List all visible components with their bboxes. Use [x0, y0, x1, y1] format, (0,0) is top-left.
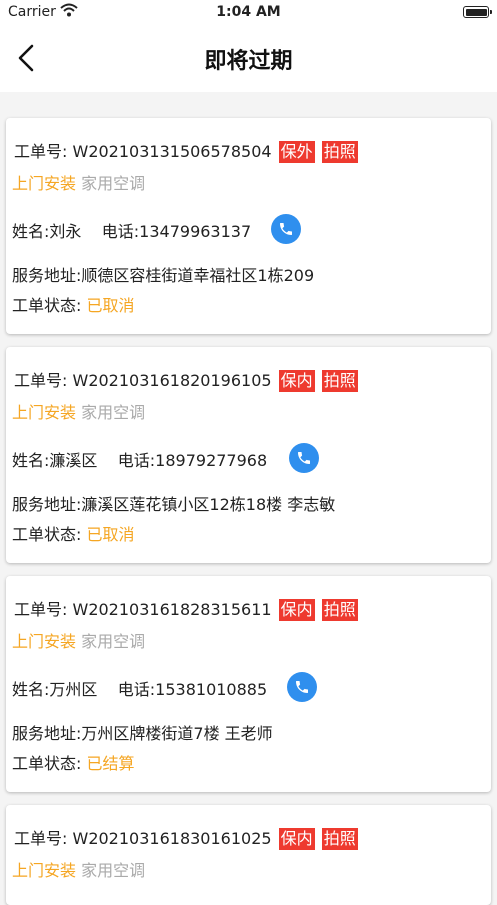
service-type-row: 上门安装 家用空调	[12, 628, 145, 652]
order-status: 已结算	[86, 754, 135, 773]
address-label: 服务地址:	[12, 495, 82, 514]
order-number-label: 工单号:	[14, 600, 68, 619]
phone-label: 电话:	[117, 451, 156, 470]
call-button[interactable]	[271, 214, 301, 244]
status-label: 工单状态:	[12, 296, 82, 315]
call-button[interactable]	[289, 443, 319, 473]
product-type: 家用空调	[81, 403, 146, 422]
status-label: 工单状态:	[12, 525, 82, 544]
photo-tag: 拍照	[321, 828, 358, 850]
contact-row: 姓名:万州区 电话:15381010885	[12, 676, 267, 700]
name-label: 姓名:	[12, 222, 50, 241]
service-type: 上门安装	[12, 861, 77, 880]
warranty-tag: 保内	[278, 370, 315, 392]
order-number: W202103161828315611	[72, 600, 272, 619]
photo-tag: 拍照	[321, 599, 358, 621]
customer-phone: 15381010885	[155, 680, 268, 699]
call-button[interactable]	[287, 672, 317, 702]
warranty-tag: 保内	[278, 828, 315, 850]
order-number: W202103161830161025	[72, 829, 272, 848]
customer-name: 刘永	[49, 222, 82, 241]
service-type-row: 上门安装 家用空调	[12, 170, 145, 194]
customer-name: 濂溪区	[49, 451, 98, 470]
status-bar: Carrier 1:04 AM	[0, 0, 497, 26]
product-type: 家用空调	[81, 632, 146, 651]
order-number-row: 工单号: W202103161830161025 保内 拍照	[14, 825, 358, 850]
clock: 1:04 AM	[216, 4, 281, 20]
address-row: 服务地址:顺德区容桂街道幸福社区1栋209	[12, 262, 314, 286]
phone-icon	[280, 223, 292, 235]
service-address: 万州区牌楼街道7楼 王老师	[81, 724, 273, 743]
phone-icon	[296, 681, 308, 693]
order-card[interactable]: 工单号: W202103161820196105 保内 拍照 上门安装 家用空调…	[6, 347, 491, 563]
warranty-tag: 保内	[278, 599, 315, 621]
nav-bar: 即将过期	[0, 26, 497, 92]
order-number-row: 工单号: W202103161820196105 保内 拍照	[14, 367, 358, 392]
order-card[interactable]: 工单号: W202103161828315611 保内 拍照 上门安装 家用空调…	[6, 576, 491, 792]
status-label: 工单状态:	[12, 754, 82, 773]
service-type: 上门安装	[12, 632, 77, 651]
service-type: 上门安装	[12, 403, 77, 422]
order-number-label: 工单号:	[14, 142, 68, 161]
customer-phone: 18979277968	[155, 451, 268, 470]
customer-name: 万州区	[49, 680, 98, 699]
order-number: W202103161820196105	[72, 371, 272, 390]
order-status: 已取消	[86, 525, 135, 544]
order-card[interactable]: 工单号: W202103131506578504 保外 拍照 上门安装 家用空调…	[6, 118, 491, 334]
product-type: 家用空调	[81, 174, 146, 193]
contact-row: 姓名:刘永 电话:13479963137	[12, 218, 251, 242]
battery-icon	[463, 6, 492, 18]
order-number-row: 工单号: W202103161828315611 保内 拍照	[14, 596, 358, 621]
service-type-row: 上门安装 家用空调	[12, 857, 145, 881]
address-row: 服务地址:万州区牌楼街道7楼 王老师	[12, 720, 273, 744]
name-label: 姓名:	[12, 451, 50, 470]
order-number-label: 工单号:	[14, 829, 68, 848]
order-card[interactable]: 工单号: W202103161830161025 保内 拍照 上门安装 家用空调	[6, 805, 491, 905]
address-label: 服务地址:	[12, 266, 82, 285]
status-row: 工单状态: 已取消	[12, 292, 135, 316]
status-row: 工单状态: 已结算	[12, 750, 135, 774]
page-title: 即将过期	[204, 49, 293, 74]
contact-row: 姓名:濂溪区 电话:18979277968	[12, 447, 267, 471]
order-status: 已取消	[86, 296, 135, 315]
address-row: 服务地址:濂溪区莲花镇小区12栋18楼 李志敏	[12, 491, 335, 515]
photo-tag: 拍照	[321, 370, 358, 392]
photo-tag: 拍照	[321, 141, 358, 163]
order-number-label: 工单号:	[14, 371, 68, 390]
address-label: 服务地址:	[12, 724, 82, 743]
service-type: 上门安装	[12, 174, 77, 193]
phone-label: 电话:	[117, 680, 156, 699]
order-number: W202103131506578504	[72, 142, 272, 161]
phone-icon	[298, 452, 310, 464]
order-number-row: 工单号: W202103131506578504 保外 拍照	[14, 138, 358, 163]
phone-label: 电话:	[101, 222, 140, 241]
product-type: 家用空调	[81, 861, 146, 880]
warranty-tag: 保外	[278, 141, 315, 163]
name-label: 姓名:	[12, 680, 50, 699]
status-row: 工单状态: 已取消	[12, 521, 135, 545]
service-type-row: 上门安装 家用空调	[12, 399, 145, 423]
service-address: 顺德区容桂街道幸福社区1栋209	[81, 266, 315, 285]
service-address: 濂溪区莲花镇小区12栋18楼 李志敏	[81, 495, 336, 514]
customer-phone: 13479963137	[139, 222, 252, 241]
